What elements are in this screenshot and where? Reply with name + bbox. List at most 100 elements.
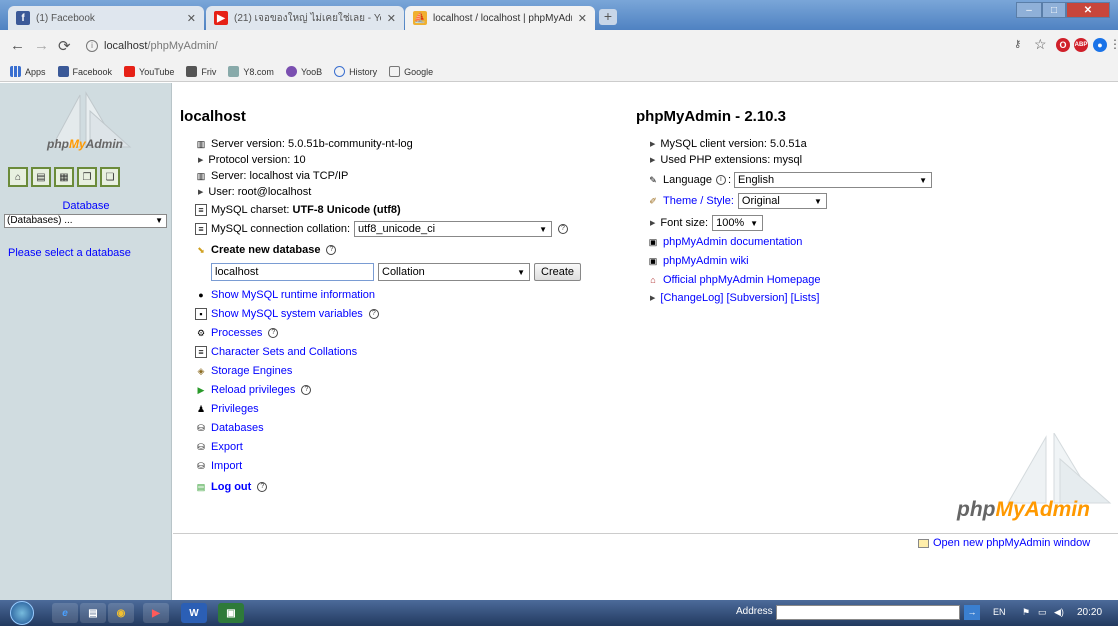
bookmark-youtube[interactable]: YouTube [124,66,174,77]
minimize-button[interactable]: – [1016,2,1042,18]
taskbar-address-input[interactable] [776,605,960,620]
network-icon[interactable]: ▭ [1038,607,1047,618]
link-row-reload[interactable]: ▶ Reload privileges ? [195,384,312,396]
link-system-variables[interactable]: Show MySQL system variables [211,308,363,320]
phpmyadmin-sail-logo[interactable] [30,91,140,163]
link-databases[interactable]: Databases [211,422,264,434]
bookmark-apps[interactable]: Apps [10,66,46,77]
home-icon[interactable]: ⌂ [8,167,28,187]
link-open-new-window[interactable]: Open new phpMyAdmin window [933,537,1090,549]
terminal-icon[interactable]: ▣ [218,603,244,623]
close-icon[interactable]: ✕ [387,12,396,25]
internet-explorer-icon[interactable]: e [52,603,78,623]
opera-icon[interactable]: O [1056,38,1070,52]
tab-phpmyadmin[interactable]: ⛵ localhost / localhost | phpMyAdmin ✕ [405,6,595,30]
theme-label[interactable]: Theme / Style: [663,195,734,207]
new-database-collation-select[interactable]: Collation ▼ [378,263,530,281]
open-window-row[interactable]: Open new phpMyAdmin window [918,537,1090,549]
link-storage-engines[interactable]: Storage Engines [211,365,292,377]
go-icon[interactable]: → [964,605,980,620]
help-icon[interactable]: ? [301,385,312,395]
link-row-logout[interactable]: ▤ Log out ? [195,481,268,493]
star-icon[interactable]: ☆ [1034,36,1047,53]
word-icon[interactable]: W [181,603,207,623]
documentation-icon[interactable]: ❐ [77,167,97,187]
adblock-icon[interactable]: ABP [1074,38,1088,52]
url-field[interactable]: i localhost/phpMyAdmin/ [86,35,1010,57]
sql-icon[interactable]: ▦ [54,167,74,187]
help-icon[interactable]: ? [257,482,268,492]
tray-language[interactable]: EN [993,607,1006,617]
forward-icon[interactable]: → [34,37,49,54]
link-row-engines[interactable]: ◈ Storage Engines [195,365,293,377]
homepage-row[interactable]: ⌂ Official phpMyAdmin Homepage [647,274,821,286]
phpmyadmin-logo-text[interactable]: phpMyAdmin [957,498,1090,522]
link-privileges[interactable]: Privileges [211,403,259,415]
start-button[interactable] [10,601,34,625]
close-window-button[interactable]: ✕ [1066,2,1110,18]
theme-select[interactable]: Original ▼ [737,193,827,209]
back-icon[interactable]: ← [10,37,25,54]
key-icon[interactable]: ⚷ [1014,39,1021,50]
new-tab-button[interactable]: + [599,9,617,25]
bookmark-friv[interactable]: Friv [186,66,216,77]
link-row-charsets[interactable]: ≡ Character Sets and Collations [195,346,357,358]
phpmyadmin-logo-text[interactable]: phpMyAdmin [10,137,160,151]
bookmark-facebook[interactable]: Facebook [57,66,112,77]
link-subversion[interactable]: [Subversion] [726,292,787,304]
flag-icon[interactable]: ⚑ [1022,607,1030,618]
bookmark-y8[interactable]: Y8.com [228,66,274,77]
font-size-select[interactable]: 100% ▼ [712,215,764,231]
info-icon[interactable]: i [86,40,98,52]
close-icon[interactable]: ✕ [187,12,196,25]
chrome-icon[interactable]: ◉ [108,603,134,623]
query-window-icon[interactable]: ▤ [31,167,51,187]
wiki-row[interactable]: ▣ phpMyAdmin wiki [647,255,749,267]
doc-row[interactable]: ▣ phpMyAdmin documentation [647,236,803,248]
reload-icon[interactable]: ⟳ [58,37,71,55]
link-homepage[interactable]: Official phpMyAdmin Homepage [663,274,821,286]
menu-icon[interactable]: ⋮ [1109,37,1118,51]
explorer-icon[interactable]: ▤ [80,603,106,623]
link-character-sets[interactable]: Character Sets and Collations [211,346,357,358]
database-select[interactable]: (Databases) ... ▼ [4,214,167,228]
profile-icon[interactable]: ● [1093,38,1107,52]
link-import[interactable]: Import [211,460,242,472]
link-reload-privileges[interactable]: Reload privileges [211,384,295,396]
collation-select[interactable]: utf8_unicode_ci ▼ [354,221,552,237]
help-icon[interactable]: ? [268,328,279,338]
link-processes[interactable]: Processes [211,327,262,339]
bookmark-yoob[interactable]: YooB [285,66,322,77]
link-runtime-info[interactable]: Show MySQL runtime information [211,289,375,301]
link-logout[interactable]: Log out [211,481,251,493]
link-row-privileges[interactable]: ♟ Privileges [195,403,259,415]
link-row-databases[interactable]: ⛁ Databases [195,422,264,434]
close-icon[interactable]: ✕ [578,12,587,25]
link-row-variables[interactable]: ▪ Show MySQL system variables ? [195,308,379,320]
charset-value: UTF-8 Unicode (utf8) [292,204,401,216]
help-icon[interactable]: ? [558,224,568,234]
language-select[interactable]: English ▼ [734,172,933,188]
help-icon[interactable]: ? [326,245,337,255]
link-lists[interactable]: [Lists] [791,292,820,304]
volume-icon[interactable]: ◀) [1054,607,1064,618]
new-database-name-input[interactable]: localhost [211,263,374,281]
link-documentation[interactable]: phpMyAdmin documentation [663,236,802,248]
link-row-processes[interactable]: ⚙ Processes ? [195,327,279,339]
tab-facebook[interactable]: f (1) Facebook ✕ [8,6,204,30]
mysql-docs-icon[interactable]: ❏ [100,167,120,187]
tab-youtube[interactable]: ▶ (21) เจอของใหญ่ ไม่เคยใช่เลย - YouTube… [206,6,404,30]
help-icon[interactable]: ? [368,309,379,319]
create-button[interactable]: Create [534,263,582,281]
link-export[interactable]: Export [211,441,243,453]
link-changelog[interactable]: [ChangeLog] [660,292,723,304]
bookmark-history[interactable]: History [334,66,377,77]
media-icon[interactable]: ▶ [143,603,169,623]
link-row-export[interactable]: ⛁ Export [195,441,243,453]
link-row-import[interactable]: ⛁ Import [195,460,242,472]
link-wiki[interactable]: phpMyAdmin wiki [663,255,749,267]
maximize-button[interactable]: □ [1042,2,1066,18]
help-icon[interactable]: i [715,175,726,185]
bookmark-google[interactable]: Google [389,66,433,77]
link-row-runtime[interactable]: ● Show MySQL runtime information [195,289,375,301]
